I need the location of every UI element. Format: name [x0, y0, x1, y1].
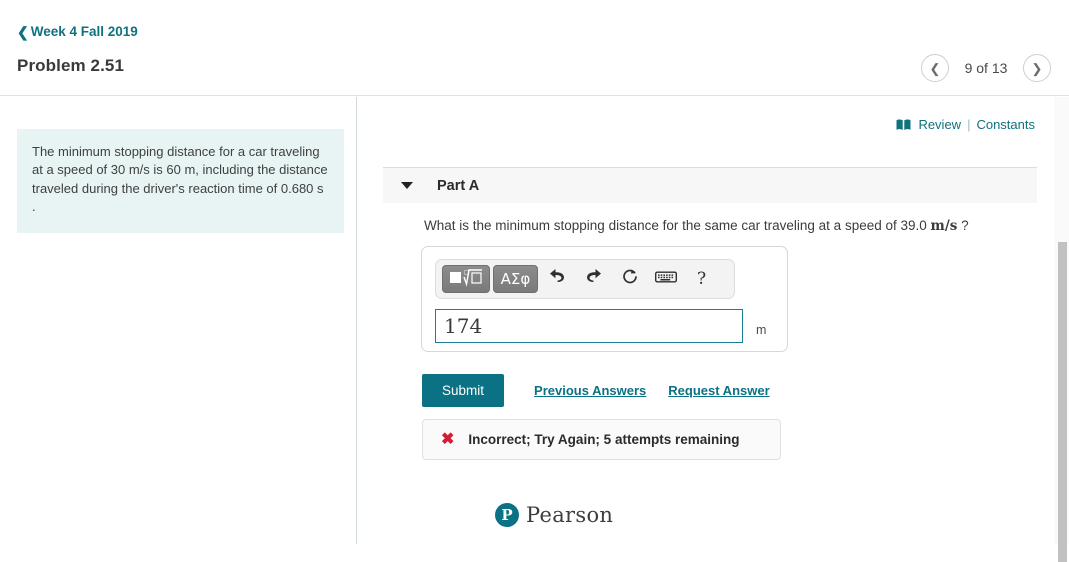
answer-input[interactable]	[435, 309, 743, 343]
reset-circular-arrow-icon	[621, 268, 639, 291]
chevron-left-icon: ❮	[17, 23, 29, 40]
vertical-scrollbar-thumb[interactable]	[1058, 242, 1067, 562]
previous-answers-link[interactable]: Previous Answers	[534, 383, 646, 398]
greek-symbols-icon: ΑΣφ	[500, 270, 531, 288]
undo-button[interactable]	[541, 265, 574, 293]
pagination: ❮ 9 of 13 ❯	[921, 54, 1051, 82]
page-title: Problem 2.51	[17, 56, 125, 75]
answer-actions: Submit Previous Answers Request Answer	[422, 374, 770, 407]
feedback-banner: ✖ Incorrect; Try Again; 5 attempts remai…	[422, 419, 781, 460]
problem-work-pane: Review | Constants Part A What is the mi…	[358, 97, 1069, 544]
problem-statement-text: The minimum stopping distance for a car …	[17, 129, 344, 233]
prev-problem-button[interactable]: ❮	[921, 54, 949, 82]
answer-unit-label: m	[756, 323, 767, 337]
breadcrumb[interactable]: ❮ Week 4 Fall 2019	[17, 24, 138, 39]
page-header: ❮ Week 4 Fall 2019 Problem 2.51 ❮ 9 of 1…	[0, 0, 1069, 96]
problem-statement-pane: The minimum stopping distance for a car …	[0, 97, 357, 544]
math-template-icon: □	[449, 267, 483, 292]
undo-arrow-icon	[548, 268, 567, 290]
question-text: What is the minimum stopping distance fo…	[424, 218, 969, 234]
redo-button[interactable]	[577, 265, 610, 293]
greek-symbols-button[interactable]: ΑΣφ	[493, 265, 538, 293]
review-separator: |	[967, 117, 971, 132]
pearson-mark-icon: P	[495, 503, 519, 527]
review-constants-row: Review | Constants	[896, 117, 1035, 132]
chevron-right-icon: ❯	[1031, 60, 1043, 76]
pagination-label: 9 of 13	[964, 60, 1008, 76]
x-mark-icon: ✖	[441, 430, 455, 448]
question-unit: m/s	[930, 218, 958, 234]
book-icon	[896, 119, 911, 131]
request-answer-link[interactable]: Request Answer	[668, 383, 769, 398]
review-link[interactable]: Review	[918, 117, 961, 132]
pearson-logo: P Pearson	[495, 503, 613, 527]
next-problem-button[interactable]: ❯	[1023, 54, 1051, 82]
answer-entry-box: □ ΑΣφ ? 174	[421, 246, 788, 352]
reset-button[interactable]	[613, 265, 646, 293]
feedback-message: Incorrect; Try Again; 5 attempts remaini…	[468, 432, 740, 447]
keyboard-button[interactable]	[649, 265, 682, 293]
submit-button[interactable]: Submit	[422, 374, 505, 407]
question-mark-icon: ?	[696, 269, 707, 289]
help-button[interactable]: ?	[685, 265, 718, 293]
question-prefix: What is the minimum stopping distance fo…	[424, 218, 927, 233]
breadcrumb-label: Week 4 Fall 2019	[30, 24, 138, 39]
part-a-header[interactable]: Part A	[383, 167, 1037, 203]
keyboard-icon	[654, 270, 677, 289]
vertical-scrollbar-track[interactable]	[1054, 97, 1069, 562]
constants-link[interactable]: Constants	[976, 117, 1035, 132]
pearson-wordmark: Pearson	[526, 503, 614, 527]
part-a-label: Part A	[437, 177, 480, 194]
caret-down-icon[interactable]	[401, 182, 413, 189]
chevron-left-icon: ❮	[929, 60, 941, 76]
redo-arrow-icon	[584, 268, 603, 290]
math-template-button[interactable]: □	[442, 265, 490, 293]
question-suffix: ?	[961, 218, 969, 233]
math-toolbar: □ ΑΣφ ?	[435, 259, 735, 299]
